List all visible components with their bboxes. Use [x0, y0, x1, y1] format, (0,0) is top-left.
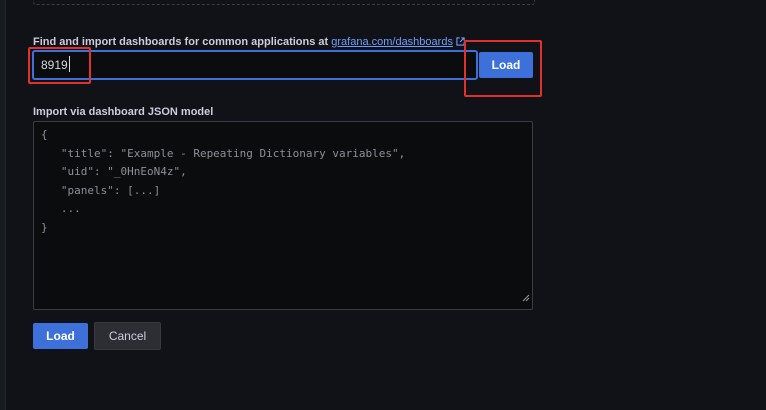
dashboard-id-input[interactable]: 8919	[33, 51, 477, 79]
json-model-label: Import via dashboard JSON model	[33, 106, 214, 118]
external-link-icon	[456, 37, 465, 49]
dashboard-id-value: 8919	[41, 58, 68, 72]
json-line: "uid": "_0HnEoN4z",	[41, 165, 187, 178]
text-caret	[69, 56, 70, 72]
json-line: {	[41, 128, 48, 141]
json-placeholder: { "title": "Example - Repeating Dictiona…	[41, 126, 405, 237]
load-by-id-button[interactable]: Load	[479, 52, 533, 78]
json-model-textarea[interactable]: { "title": "Example - Repeating Dictiona…	[33, 121, 533, 310]
resize-handle-icon[interactable]	[521, 289, 530, 307]
grafana-dashboards-link[interactable]: grafana.com/dashboards	[331, 36, 453, 48]
find-import-label: Find and import dashboards for common ap…	[33, 36, 465, 49]
left-panel-divider	[0, 0, 6, 410]
json-line: "panels": [...]	[41, 183, 161, 197]
json-line: }	[41, 220, 48, 234]
load-json-button[interactable]: Load	[33, 323, 88, 349]
find-import-label-text: Find and import dashboards for common ap…	[33, 36, 332, 48]
json-line: "title": "Example - Repeating Dictionary…	[41, 146, 406, 160]
upload-dropzone-edge	[33, 0, 535, 5]
cancel-button[interactable]: Cancel	[94, 322, 161, 350]
json-line: ...	[41, 202, 81, 215]
